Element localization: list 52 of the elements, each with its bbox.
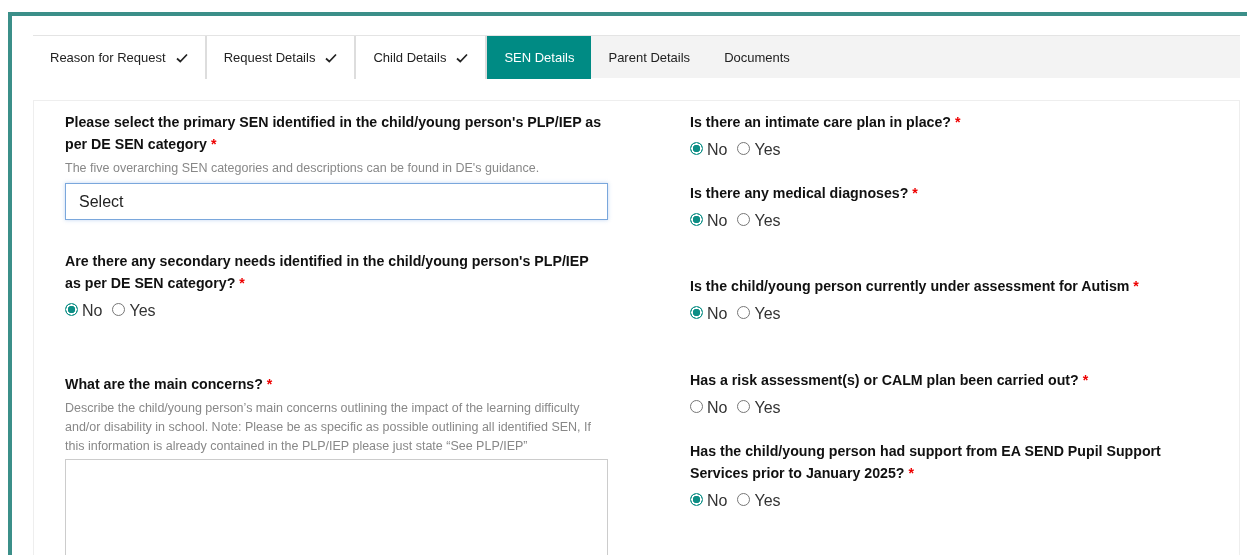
question-label: Are there any secondary needs identified in the child/young person's PLP/IEP as per DE SEN category? *	[65, 252, 590, 293]
radio-button[interactable]	[737, 212, 751, 226]
radio-button[interactable]	[690, 305, 703, 319]
radio-button[interactable]	[690, 141, 703, 155]
radio-button[interactable]	[737, 141, 751, 155]
tab[interactable]: Parent Details	[591, 36, 708, 79]
select-field[interactable]: Select	[65, 183, 608, 220]
radio-label[interactable]: No	[707, 396, 728, 420]
question-label: Please select the primary SEN identified in the child/young person's PLP/IEP as per DE SEN category *	[65, 113, 603, 154]
check-icon	[456, 52, 469, 63]
radio-button[interactable]	[737, 492, 751, 506]
tab[interactable]: Reason for Request	[33, 36, 207, 79]
check-icon	[175, 52, 188, 63]
required-asterisk: *	[954, 114, 961, 130]
radio-label[interactable]: Yes	[754, 302, 781, 326]
radio-label[interactable]: No	[707, 209, 728, 233]
radio-button[interactable]	[690, 212, 703, 226]
question-label: Has a risk assessment(s) or CALM plan been carried out? *	[690, 371, 1090, 390]
hint-text: Describe the child/young person’s main concerns outlining the impact of the learning difficulty and/or disability in school. Note: Please be as specific as possible outlining all identified SEN, If this information is already contained in the PLP/IEP please just state “See PLP/IEP”	[65, 400, 592, 455]
required-asterisk: *	[1133, 278, 1139, 294]
radio-label[interactable]: No	[707, 302, 728, 326]
radio-label[interactable]: No	[707, 138, 728, 162]
radio-label[interactable]: Yes	[754, 209, 781, 233]
radio-label[interactable]: No	[82, 299, 103, 323]
question-label: Is there any medical diagnoses? *	[690, 184, 919, 203]
radio-button[interactable]	[112, 302, 126, 316]
tab[interactable]: Request Details	[206, 36, 357, 79]
radio-button[interactable]	[737, 399, 751, 413]
radio-label[interactable]: Yes	[754, 138, 781, 162]
required-asterisk: *	[266, 376, 273, 392]
check-icon	[325, 52, 338, 63]
radio-label[interactable]: No	[707, 489, 728, 513]
tab[interactable]: SEN Details	[487, 36, 592, 79]
question-label: Is there an intimate care plan in place? *	[690, 113, 962, 132]
radio-label[interactable]: Yes	[129, 299, 156, 323]
hint-text: The five overarching SEN categories and descriptions can be found in DE's guidance.	[65, 160, 541, 177]
radio-button[interactable]	[737, 305, 751, 319]
radio-label[interactable]: Yes	[754, 396, 781, 420]
question-label: What are the main concerns? *	[65, 375, 274, 394]
required-asterisk: *	[210, 136, 217, 152]
radio-label[interactable]: Yes	[754, 489, 781, 513]
tab[interactable]: Documents	[707, 36, 807, 79]
radio-button[interactable]	[690, 399, 703, 413]
question-label: Is the child/young person currently under assessment for Autism *	[690, 277, 1140, 296]
required-asterisk: *	[912, 185, 918, 201]
required-asterisk: *	[1082, 372, 1089, 388]
tab[interactable]: Child Details	[356, 36, 488, 79]
required-asterisk: *	[239, 275, 245, 291]
question-label: Has the child/young person had support from EA SEND Pupil Support Services prior to January 2025? *	[690, 442, 1162, 483]
radio-button[interactable]	[65, 302, 78, 316]
required-asterisk: *	[908, 465, 914, 481]
radio-button[interactable]	[690, 492, 703, 506]
